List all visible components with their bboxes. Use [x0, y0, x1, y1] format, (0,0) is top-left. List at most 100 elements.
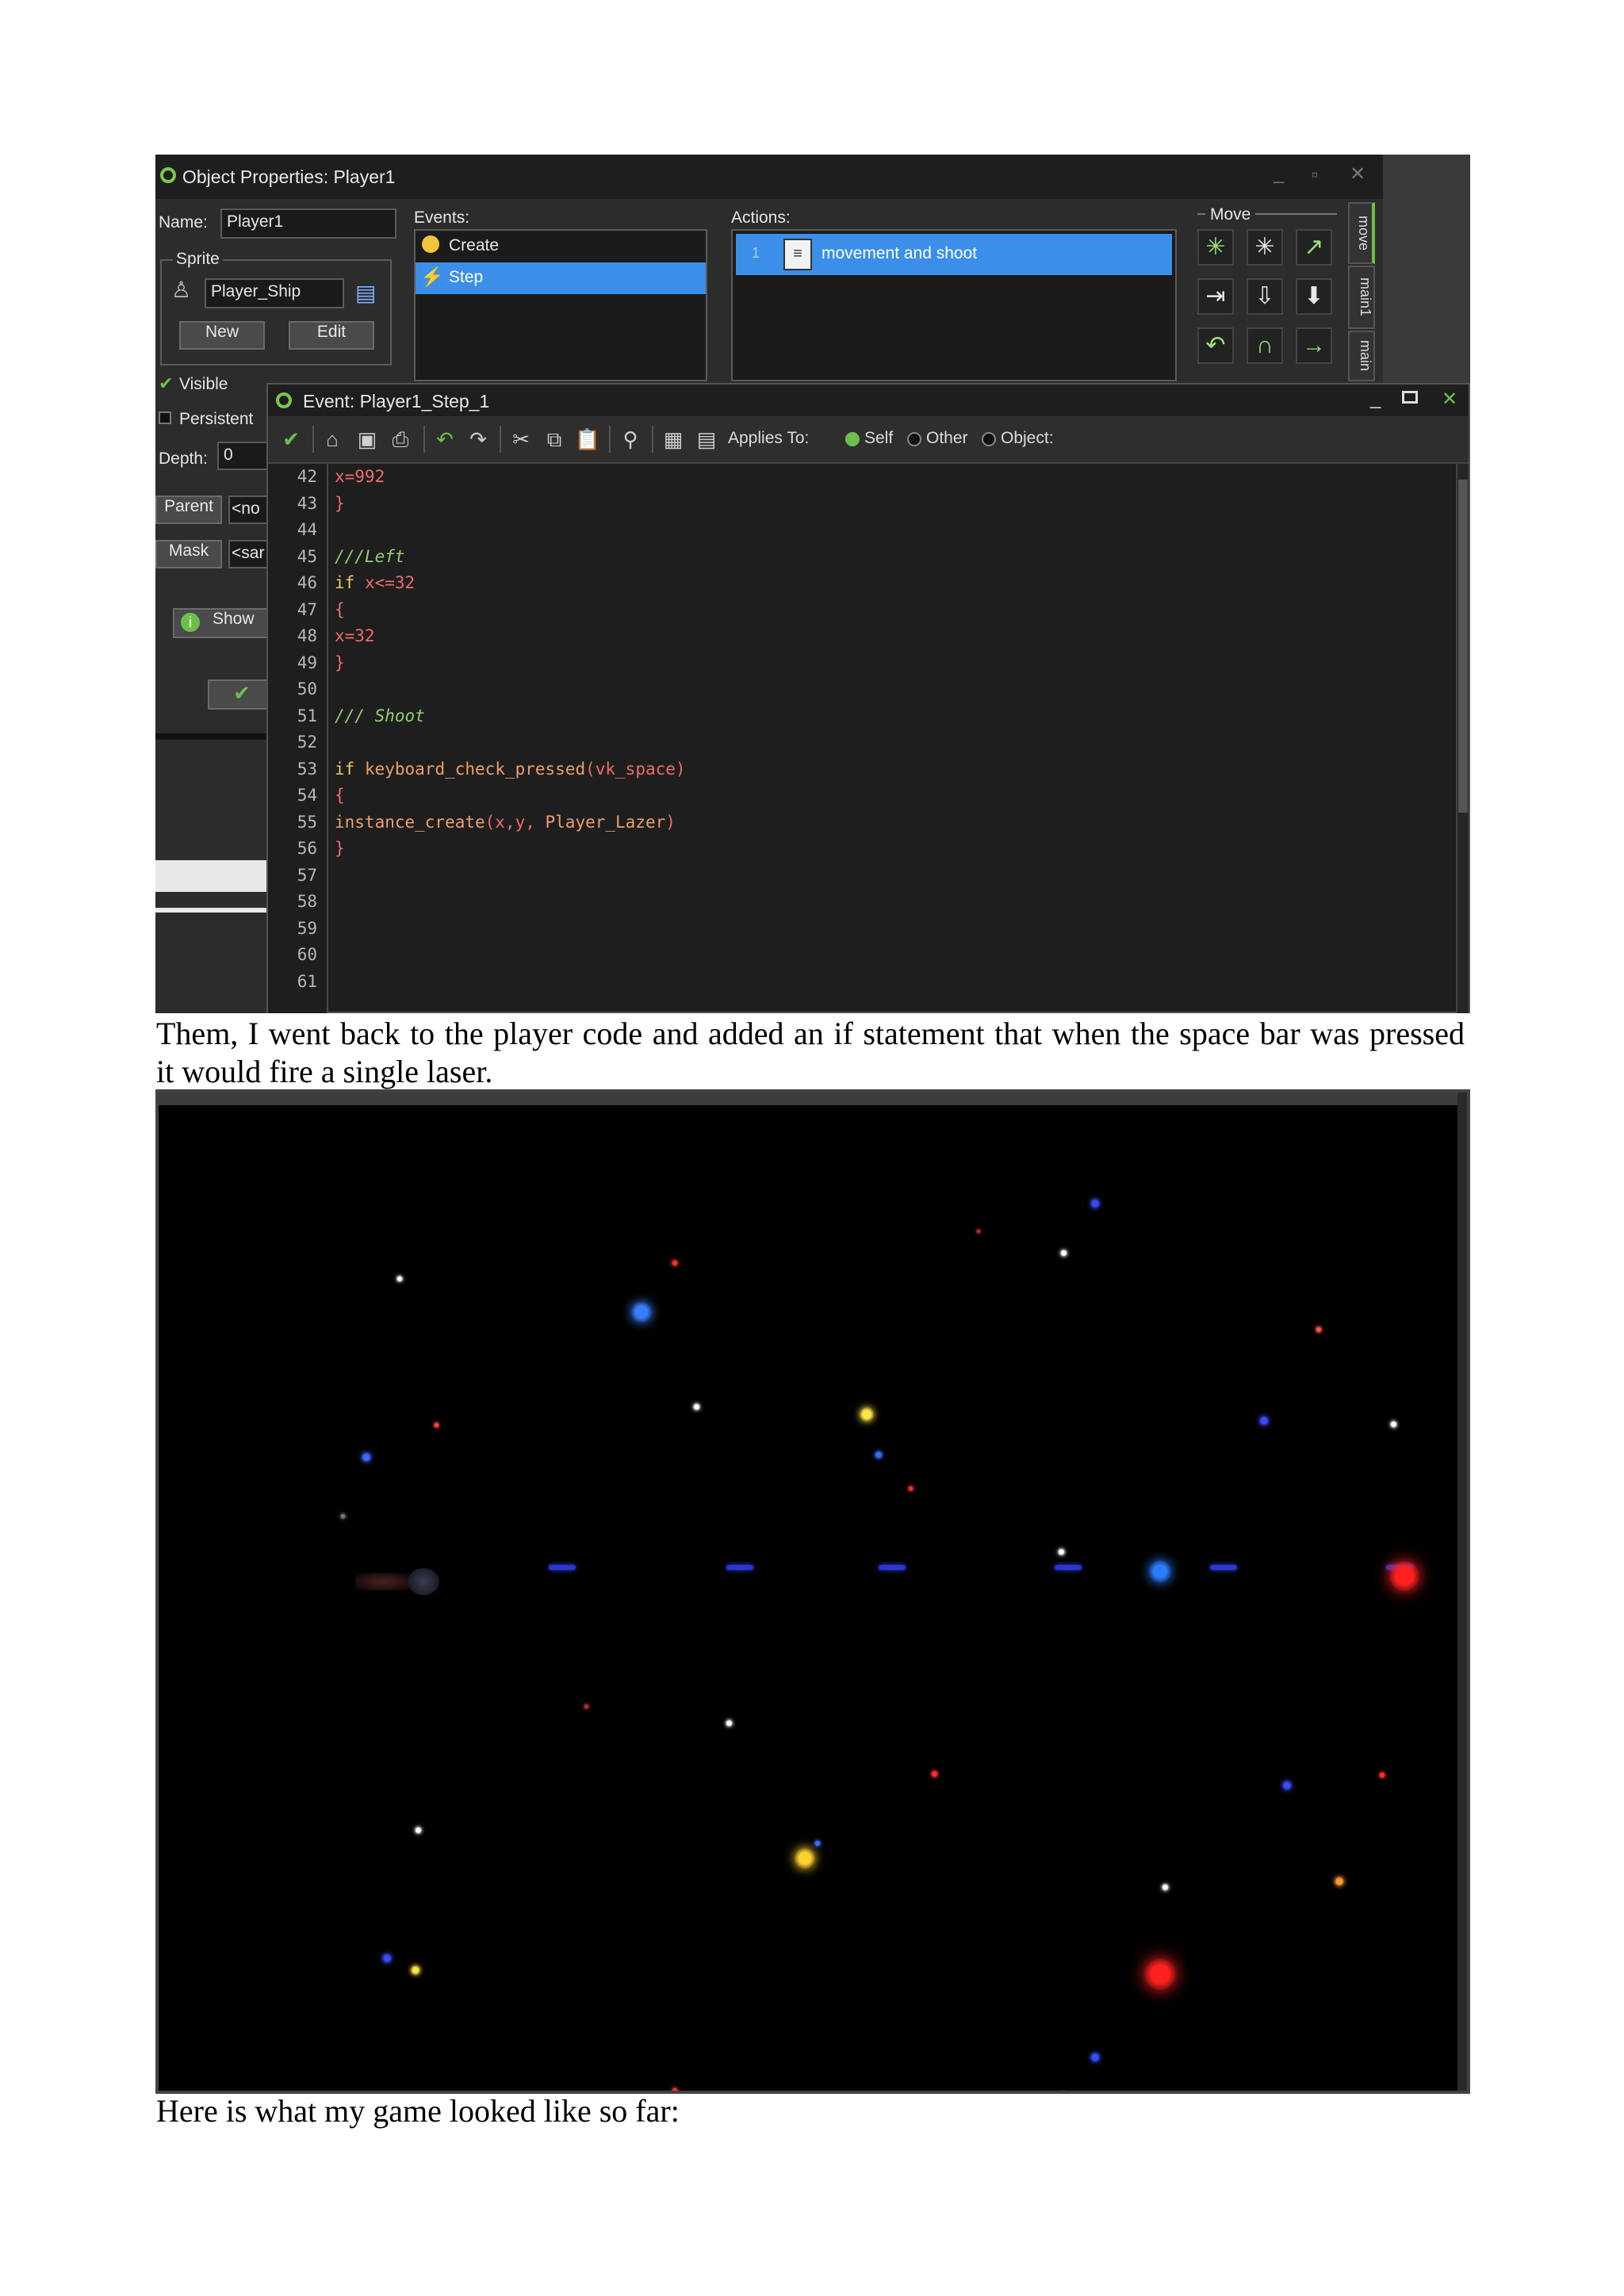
- star: [1090, 2052, 1101, 2062]
- speed-horizontal-icon[interactable]: ⇥: [1197, 278, 1234, 315]
- code-line: }: [335, 839, 345, 858]
- depth-field[interactable]: 0: [217, 442, 273, 470]
- code-comment: /// Shoot: [335, 706, 425, 725]
- star: [433, 1422, 439, 1429]
- persistent-checkbox[interactable]: [159, 411, 171, 424]
- print-icon[interactable]: ⎙: [387, 426, 414, 453]
- radio-other[interactable]: [907, 432, 921, 446]
- action-label: movement and shoot: [822, 244, 978, 262]
- minimize-icon[interactable]: _: [1370, 388, 1381, 410]
- event-create[interactable]: Create: [416, 231, 706, 262]
- cut-icon[interactable]: ✂: [508, 426, 534, 453]
- star: [1148, 1559, 1171, 1582]
- save-icon[interactable]: ▣: [354, 426, 381, 453]
- tab-move[interactable]: move: [1348, 202, 1375, 264]
- gravity-icon[interactable]: ⬇: [1296, 278, 1332, 315]
- edit-button[interactable]: Edit: [289, 321, 374, 350]
- radio-self[interactable]: [845, 432, 860, 446]
- action-row[interactable]: 1 ≡ movement and shoot: [736, 234, 1172, 275]
- minimize-icon[interactable]: _: [1274, 163, 1284, 185]
- star: [1388, 1561, 1419, 1592]
- code-line: x=992: [335, 467, 385, 486]
- move-group-label: Move: [1205, 205, 1256, 224]
- open-folder-icon[interactable]: ⌂: [319, 426, 346, 453]
- parent-button[interactable]: Parent: [155, 496, 222, 524]
- code-comment: ///Left: [335, 546, 405, 566]
- star: [814, 1840, 822, 1846]
- close-icon[interactable]: ✕: [1350, 163, 1365, 186]
- info-icon: i: [181, 613, 200, 632]
- radio-object[interactable]: [982, 432, 996, 446]
- star: [339, 1513, 346, 1519]
- new-button[interactable]: New: [179, 321, 265, 350]
- event-step[interactable]: ⚡ Step: [416, 262, 706, 294]
- star: [1334, 1877, 1344, 1887]
- star: [794, 1847, 815, 1869]
- star: [381, 1954, 392, 1964]
- game-window-topbar: [159, 1093, 1467, 1105]
- toolbar-separator: [312, 426, 314, 453]
- maximize-icon[interactable]: [1402, 391, 1418, 404]
- code-argument: (x,y,: [485, 812, 546, 832]
- reverse-vertical-icon[interactable]: ∩: [1247, 327, 1283, 364]
- redo-icon[interactable]: ↷: [465, 426, 492, 453]
- scrollbar-thumb[interactable]: [1458, 480, 1468, 813]
- toolbar-separator: [423, 426, 425, 453]
- applies-to-label: Applies To:: [728, 429, 810, 447]
- move-fixed-icon[interactable]: ✳: [1197, 229, 1234, 266]
- sprite-browse-icon[interactable]: ▤: [355, 280, 376, 306]
- paste-icon[interactable]: 📋: [574, 426, 601, 453]
- caption-line-2: Here is what my game looked like so far:: [156, 2093, 680, 2129]
- tab-main1[interactable]: main1: [1348, 266, 1375, 329]
- save-check-icon[interactable]: ✔: [278, 426, 304, 453]
- toolbar-separator: [652, 426, 653, 453]
- name-field[interactable]: Player1: [220, 209, 396, 239]
- show-info-button[interactable]: i Show: [173, 608, 276, 638]
- code-identifier: Player_Lazer: [545, 812, 666, 832]
- mask-button[interactable]: Mask: [155, 540, 222, 568]
- star: [1058, 1548, 1066, 1556]
- laser-shot: [879, 1565, 906, 1570]
- code-area[interactable]: x=992 } ///Left if x<=32 { x=32 } /// Sh…: [268, 464, 1454, 1013]
- status-line: [155, 908, 274, 913]
- object-properties-lower: Mask <sar i Show ✔: [155, 535, 276, 1013]
- search-icon[interactable]: ⚲: [617, 426, 644, 453]
- caption-line: Them, I went back to the player code and…: [156, 1016, 1465, 1051]
- star: [414, 1827, 422, 1835]
- sprite-field[interactable]: Player_Ship: [205, 278, 344, 308]
- code-argument: ): [665, 812, 676, 832]
- script-check-icon[interactable]: ▤: [693, 426, 720, 453]
- maximize-icon[interactable]: ▫: [1312, 164, 1319, 186]
- event-step-label: Step: [449, 268, 484, 286]
- visible-check-icon[interactable]: ✔: [159, 373, 173, 394]
- code-line: {: [335, 599, 345, 619]
- star: [361, 1452, 371, 1462]
- reverse-horizontal-icon[interactable]: ↶: [1197, 327, 1234, 364]
- action-index: 1: [752, 245, 760, 261]
- lightbulb-icon: [422, 235, 439, 253]
- speed-vertical-icon[interactable]: ⇩: [1247, 278, 1283, 315]
- radio-object-label: Object:: [1001, 429, 1054, 447]
- star: [930, 1770, 938, 1778]
- undo-icon[interactable]: ↶: [431, 426, 458, 453]
- caption-paragraph: Them, I went back to the player code and…: [156, 1015, 1465, 1091]
- status-bar: [155, 860, 274, 892]
- star: [860, 1407, 875, 1422]
- radio-other-label: Other: [926, 429, 968, 447]
- star: [1090, 1199, 1101, 1209]
- move-towards-icon[interactable]: ↗: [1296, 229, 1332, 266]
- code-scrollbar[interactable]: [1456, 464, 1469, 1013]
- visible-label: Visible: [179, 375, 228, 393]
- grid-icon[interactable]: ▦: [660, 426, 687, 453]
- code-editor-window: Event: Player1_Step_1 _ ✕ ✔ ⌂ ▣ ⎙ ↶ ↷ ✂ …: [266, 383, 1470, 1013]
- move-free-icon[interactable]: ✳: [1247, 229, 1283, 266]
- copy-icon[interactable]: ⧉: [541, 426, 568, 453]
- code-line: }: [335, 493, 345, 513]
- friction-icon[interactable]: →: [1296, 327, 1332, 364]
- close-icon[interactable]: ✕: [1442, 388, 1457, 411]
- tab-main[interactable]: main: [1348, 331, 1375, 381]
- star: [1282, 1780, 1293, 1790]
- star: [874, 1451, 883, 1460]
- name-label: Name:: [159, 213, 208, 232]
- star: [410, 1965, 420, 1976]
